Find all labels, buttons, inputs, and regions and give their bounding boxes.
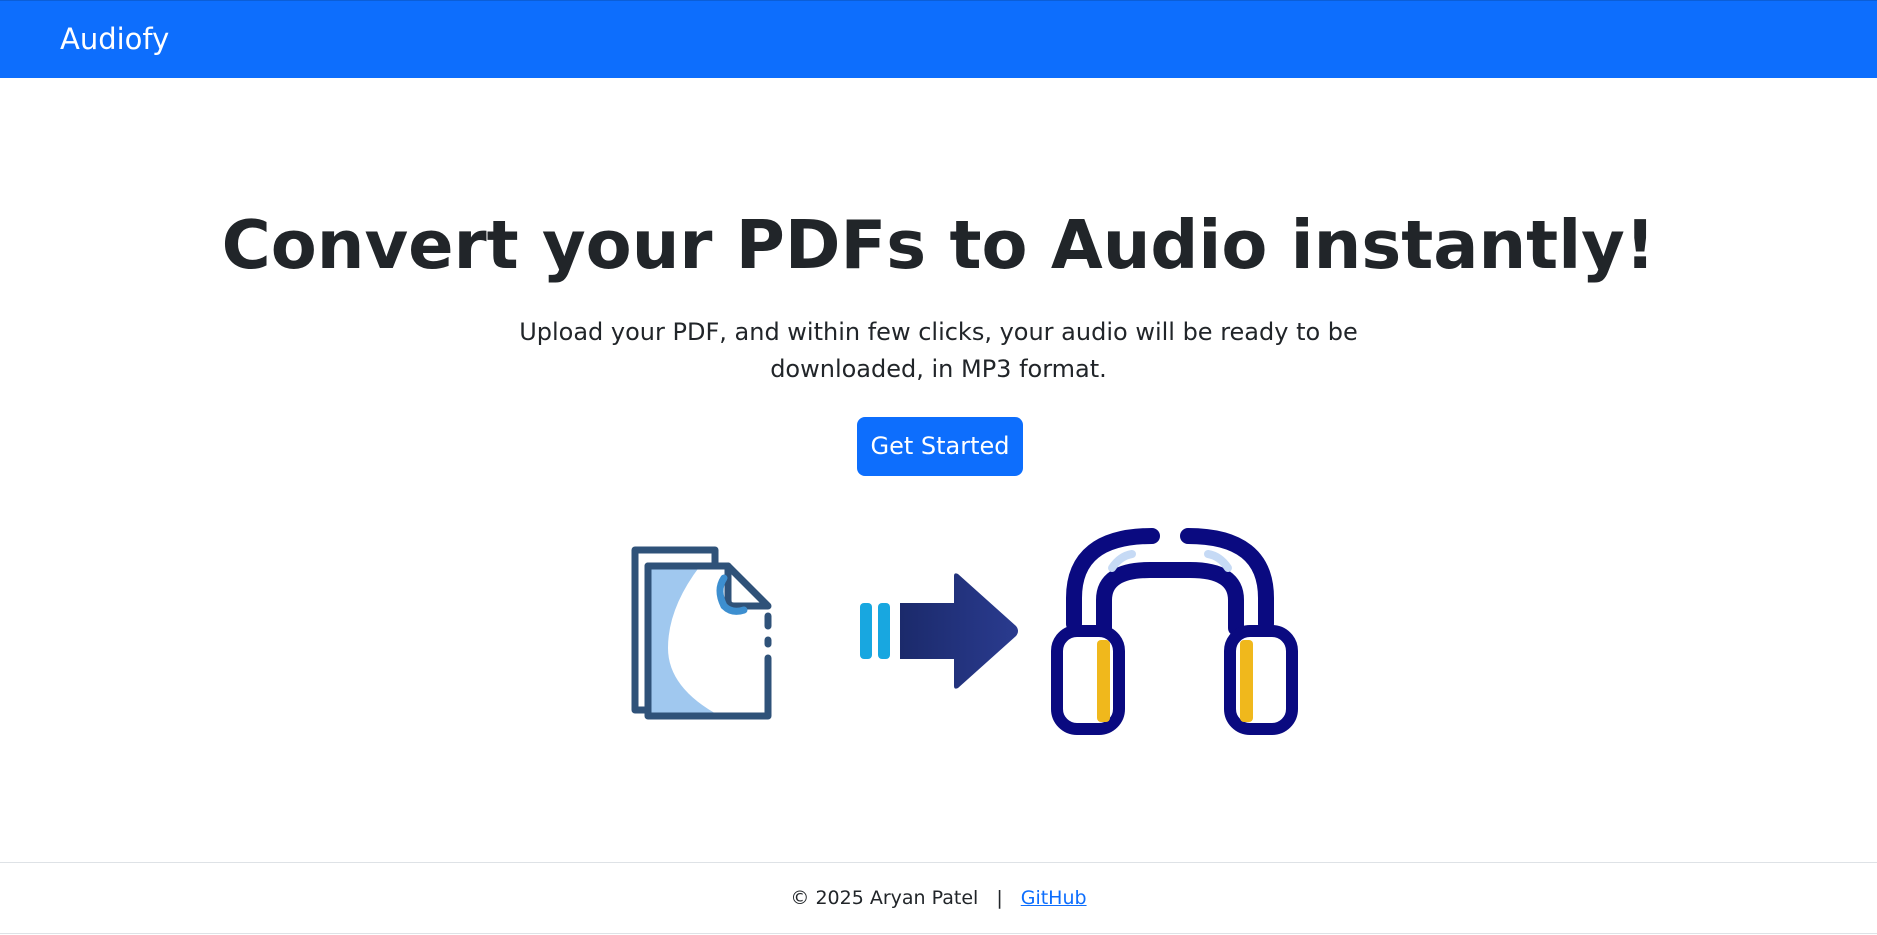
headphones-icon: [1051, 528, 1298, 735]
footer: © 2025 Aryan Patel | GitHub: [0, 862, 1877, 934]
brand-link[interactable]: Audiofy: [60, 21, 169, 57]
pdf-to-audio-illustration: [631, 528, 1298, 735]
hero-lead: Upload your PDF, and within few clicks, …: [519, 318, 1358, 383]
navbar: Audiofy: [0, 0, 1877, 78]
arrow-right-icon: [860, 573, 1018, 689]
github-link[interactable]: GitHub: [1021, 887, 1087, 909]
footer-separator: |: [996, 887, 1003, 909]
copyright-text: © 2025 Aryan Patel: [790, 887, 979, 909]
pdf-document-icon: [631, 546, 772, 720]
hero-title: Convert your PDFs to Audio instantly!: [221, 206, 1656, 284]
get-started-button[interactable]: Get Started: [857, 417, 1023, 476]
